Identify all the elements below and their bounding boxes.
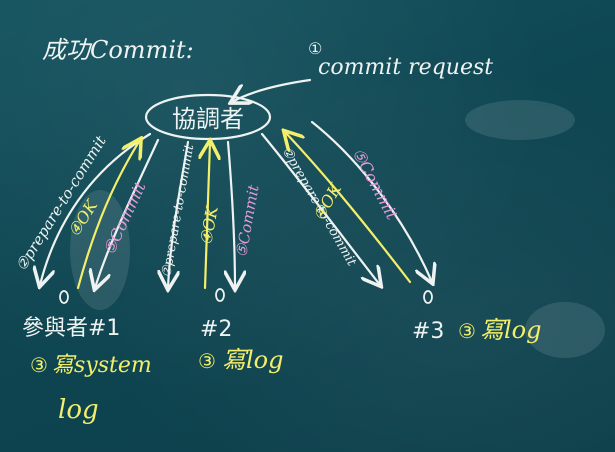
commit-label-2: ⑤Commit [232,182,263,258]
participant-2-label: #2 [200,317,232,342]
participant-2-log-number: ③ [198,349,216,373]
participant-2-node [215,288,225,302]
participant-1-log-text: 寫system [52,353,152,378]
participant-3-log-number: ③ [458,319,476,343]
participant-3-label: #3 [412,319,444,344]
participant-2-log-text: 寫log [222,346,284,374]
title: 成功Commit: [42,36,194,64]
prepare-label-2: ②prepare-to-commit [159,143,197,279]
two-phase-commit-diagram: 成功Commit: ① commit request 協調者 ②prepare-… [12,36,605,425]
commit-arrow-2 [228,140,235,288]
chalkboard: 成功Commit: ① commit request 協調者 ②prepare-… [0,0,615,452]
participant-3-node [423,290,433,304]
coordinator-label: 協調者 [172,105,244,133]
participant-3-log-text: 寫log [480,316,542,344]
participant-1-log-number: ③ [30,353,48,377]
participant-1-label: 參與者#1 [22,316,120,341]
participant-1-log-text2: log [58,395,99,425]
ok-label-2: ④OK [196,204,222,247]
commit-label-3: ⑤Commit [348,145,402,223]
participant-1-node [59,290,69,304]
request-label: commit request [318,55,493,80]
